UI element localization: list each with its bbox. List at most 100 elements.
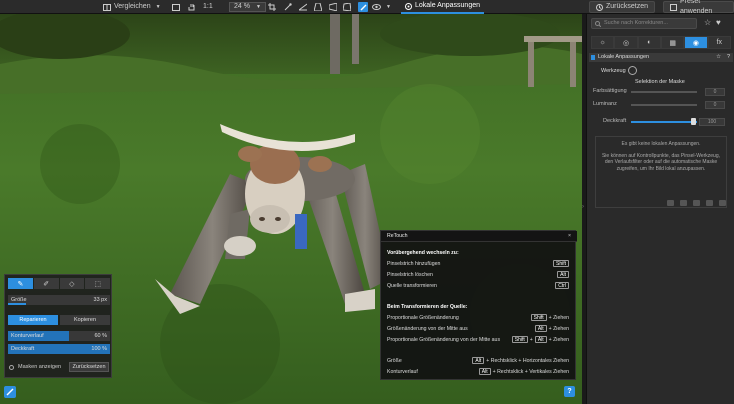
zoom-level-select[interactable]: 24 % ▼	[229, 2, 266, 12]
perspective-vertical-icon[interactable]	[314, 0, 322, 14]
shortcut-size: Größe	[387, 358, 402, 364]
brush-opacity-field[interactable]: Deckkraft 100 %	[8, 344, 110, 354]
key-alt: Alt	[478, 368, 491, 375]
key-ctrl: Ctrl	[555, 282, 569, 289]
key-alt: Alt	[472, 357, 485, 364]
section-title: Lokale Anpassungen	[598, 54, 650, 60]
perspective-rect-icon[interactable]	[343, 0, 351, 14]
show-masks-label: Masken anzeigen	[18, 364, 62, 370]
shortcut-center-resize: Größenänderung von der Mitte aus	[387, 326, 468, 332]
empty-state-body: Sie können auf Kontrollpunkte, das Pinse…	[601, 153, 721, 172]
settings-icon[interactable]	[706, 200, 713, 206]
retouch-brush-panel: ✎ ✐ ◇ ⬚ Größe 33 px Reparieren Kopieren …	[4, 274, 112, 378]
tool-label: Werkzeug	[601, 68, 626, 74]
zoom-ratio-button[interactable]: 1:1	[203, 0, 213, 14]
shortcut-feather: Konturverlauf	[387, 369, 418, 375]
perspective-horizontal-icon[interactable]	[329, 0, 337, 14]
fit-icon[interactable]	[172, 0, 180, 14]
repair-button[interactable]: Reparieren	[8, 315, 58, 325]
show-masks-checkbox[interactable]	[9, 365, 14, 370]
section-header-local-adjustments[interactable]: Lokale Anpassungen ☆ ?	[589, 53, 733, 62]
luminance-label: Luminanz	[593, 101, 617, 107]
shortcut-transform-source: Quelle transformieren	[387, 283, 437, 289]
chevron-down-icon: ▼	[155, 4, 161, 10]
retouch-shortcuts-popup: ReTouch × Vorübergehend wechseln zu: Pin…	[380, 230, 577, 380]
saturation-value[interactable]: 0	[705, 88, 725, 96]
brush-size-fill	[8, 303, 27, 305]
invert-icon[interactable]	[693, 200, 700, 206]
heart-icon[interactable]: ♥	[716, 18, 721, 27]
eraser-icon[interactable]: ◇	[59, 278, 85, 289]
shortcut-suffix: + Rechtsklick + Horizontales Ziehen	[486, 357, 569, 364]
eye-icon[interactable]	[372, 0, 381, 14]
detail-palette-icon[interactable]: ◐	[637, 36, 661, 49]
straighten-icon[interactable]	[299, 0, 307, 14]
top-toolbar: Vergleichen ▼ 1:1 24 % ▼ ▼ Lokale Anpass…	[0, 0, 734, 15]
chevron-down-icon[interactable]: ▼	[386, 0, 391, 14]
local-adjustments-icon	[405, 2, 412, 10]
tab-local-adjustments-label: Lokale Anpassungen	[415, 2, 480, 9]
retouch-tool-icon[interactable]	[4, 386, 16, 398]
brush-size-value: 33 px	[93, 297, 107, 303]
tab-local-adjustments[interactable]: Lokale Anpassungen	[401, 0, 484, 14]
light-palette-icon[interactable]: ☼	[591, 36, 615, 49]
shortcut-prop-resize: Proportionale Größenänderung	[387, 315, 459, 321]
key-alt: Alt	[534, 336, 547, 343]
saturation-label: Farbsättigung	[593, 88, 627, 94]
empty-state-title: Es gibt keine lokalen Anpassungen.	[621, 141, 701, 147]
opacity-label: Deckkraft	[603, 118, 627, 124]
panel-footer-icons	[667, 200, 726, 206]
copy-button[interactable]: Kopieren	[60, 315, 110, 325]
preset-icon	[670, 3, 677, 11]
opacity-slider[interactable]	[631, 121, 697, 123]
compare-button[interactable]: Vergleichen ▼	[103, 0, 161, 14]
effects-palette-icon[interactable]: fx	[707, 36, 731, 49]
hand-icon[interactable]	[188, 0, 195, 14]
star-icon[interactable]: ☆	[716, 53, 721, 62]
search-input[interactable]: Suche nach Korrekturen...	[591, 18, 697, 29]
brush-icon[interactable]: ✎	[8, 278, 33, 289]
zoom-level-value: 24 %	[234, 3, 250, 10]
crop-icon[interactable]	[268, 0, 276, 14]
shortcut-suffix: + Ziehen	[548, 314, 569, 321]
shortcut-plus: +	[529, 336, 533, 343]
key-shift: Shift	[511, 336, 528, 343]
duplicate-icon[interactable]	[680, 200, 687, 206]
palette-tabs: ☼ ◎ ◐ ▦ ◉ fx	[591, 36, 731, 49]
reset-label: Zurücksetzen	[606, 3, 649, 10]
search-placeholder: Suche nach Korrekturen...	[604, 20, 668, 26]
popup-section-transform: Beim Transformieren der Quelle:	[387, 304, 468, 310]
mask-icon[interactable]	[667, 200, 674, 206]
eyedropper-icon[interactable]	[284, 0, 292, 14]
empty-state-box: Es gibt keine lokalen Anpassungen. Sie k…	[595, 136, 727, 208]
search-icon	[595, 21, 602, 31]
right-panel: Suche nach Korrekturen... ☆ ♥ ☼ ◎ ◐ ▦ ◉ …	[586, 14, 734, 404]
feather-field[interactable]: Konturverlauf 60 %	[8, 331, 110, 341]
selection-icon[interactable]: ⬚	[85, 278, 110, 289]
local-adjustments-palette-icon[interactable]: ◉	[684, 36, 708, 49]
help-button[interactable]: ?	[564, 386, 575, 397]
close-icon[interactable]: ×	[568, 231, 571, 242]
brush-opacity-value: 100 %	[91, 346, 107, 352]
trash-icon[interactable]	[719, 200, 726, 206]
key-shift: Shift	[530, 314, 547, 321]
help-icon[interactable]: ?	[727, 53, 730, 62]
luminance-slider[interactable]	[631, 104, 697, 106]
shortcut-suffix: + Ziehen	[548, 336, 569, 343]
luminance-value[interactable]: 0	[705, 101, 725, 109]
mask-tool-icon[interactable]	[628, 66, 637, 75]
reset-button[interactable]: Zurücksetzen	[589, 1, 656, 13]
shortcut-suffix: + Ziehen	[548, 325, 569, 332]
saturation-slider[interactable]	[631, 91, 697, 93]
apply-preset-button[interactable]: Preset anwenden	[663, 0, 734, 15]
geometry-palette-icon[interactable]: ▦	[660, 36, 685, 49]
star-icon[interactable]: ☆	[704, 18, 711, 27]
opacity-slider-handle[interactable]	[691, 118, 696, 125]
brush-tool-icon[interactable]	[358, 0, 368, 14]
color-palette-icon[interactable]: ◎	[614, 36, 638, 49]
opacity-value[interactable]: 100	[699, 118, 725, 126]
brush-reset-button[interactable]: Zurücksetzen	[69, 362, 109, 372]
popup-title: ReTouch	[387, 233, 408, 239]
brush-size-field[interactable]: Größe 33 px	[8, 295, 110, 305]
smart-brush-icon[interactable]: ✐	[33, 278, 59, 289]
